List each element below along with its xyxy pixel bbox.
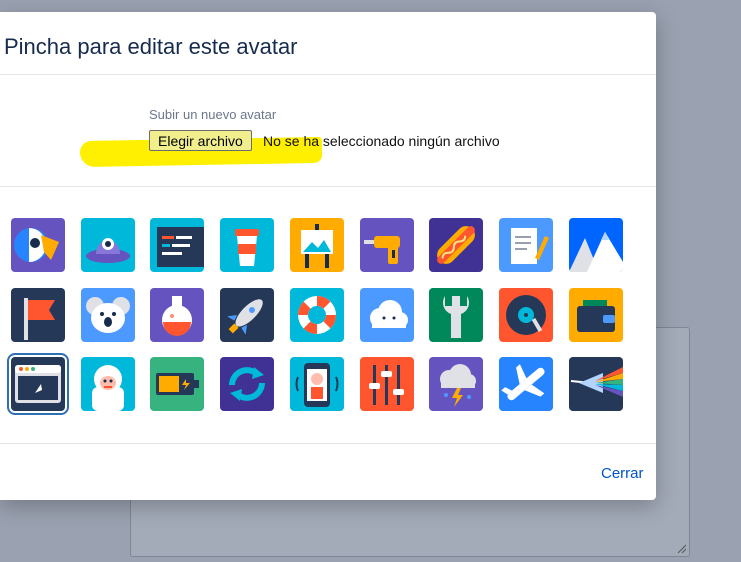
- avatar-19[interactable]: [81, 357, 135, 411]
- life-ring-avatar-icon: [290, 288, 344, 342]
- avatar-17[interactable]: [569, 288, 623, 342]
- file-status-text: No se ha seleccionado ningún archivo: [263, 133, 500, 149]
- rocket-avatar-icon: [220, 288, 274, 342]
- mountains-avatar-icon: [569, 218, 623, 272]
- red-flag-avatar-icon: [11, 288, 65, 342]
- avatar-5[interactable]: [360, 218, 414, 272]
- avatar-11[interactable]: [150, 288, 204, 342]
- avatar-12[interactable]: [220, 288, 274, 342]
- avatar-7[interactable]: [499, 218, 553, 272]
- coffee-cup-avatar-icon: [220, 218, 274, 272]
- ufo-avatar-icon: [81, 218, 135, 272]
- avatar-15[interactable]: [429, 288, 483, 342]
- dialog-title: Pincha para editar este avatar: [4, 34, 298, 59]
- avatar-21[interactable]: [220, 357, 274, 411]
- hot-dog-avatar-icon: [429, 218, 483, 272]
- avatar-26[interactable]: [569, 357, 623, 411]
- easel-avatar-icon: [290, 218, 344, 272]
- yeti-avatar-icon: [81, 357, 135, 411]
- battery-avatar-icon: [150, 357, 204, 411]
- airplane-avatar-icon: [499, 357, 553, 411]
- upload-label: Subir un nuevo avatar: [149, 107, 277, 122]
- notepad-pencil-avatar-icon: [499, 218, 553, 272]
- choose-file-button[interactable]: Elegir archivo: [149, 130, 252, 151]
- avatar-picker-dialog: Pincha para editar este avatar Subir un …: [0, 12, 656, 500]
- avatar-8[interactable]: [569, 218, 623, 272]
- avatar-23[interactable]: [360, 357, 414, 411]
- avatar-3[interactable]: [220, 218, 274, 272]
- equalizer-sliders-avatar-icon: [360, 357, 414, 411]
- avatar-2[interactable]: [150, 218, 204, 272]
- avatar-13[interactable]: [290, 288, 344, 342]
- wrench-avatar-icon: [429, 288, 483, 342]
- browser-cursor-avatar-icon: [11, 357, 65, 411]
- avatar-1[interactable]: [81, 218, 135, 272]
- resize-handle-icon: [677, 544, 686, 553]
- avatar-16[interactable]: [499, 288, 553, 342]
- cloud-avatar-icon: [360, 288, 414, 342]
- wallet-avatar-icon: [569, 288, 623, 342]
- avatar-14[interactable]: [360, 288, 414, 342]
- avatar-20[interactable]: [150, 357, 204, 411]
- avatar-10[interactable]: [81, 288, 135, 342]
- avatar-0[interactable]: [11, 218, 65, 272]
- avatar-25[interactable]: [499, 357, 553, 411]
- header-divider: [0, 74, 656, 75]
- avatar-9[interactable]: [11, 288, 65, 342]
- avatar-4[interactable]: [290, 218, 344, 272]
- drill-avatar-icon: [360, 218, 414, 272]
- refresh-arrows-avatar-icon: [220, 357, 274, 411]
- code-window-avatar-icon: [150, 218, 204, 272]
- vinyl-record-avatar-icon: [499, 288, 553, 342]
- avatar-22[interactable]: [290, 357, 344, 411]
- avatar-18[interactable]: [7, 353, 69, 415]
- footer-divider: [0, 443, 656, 444]
- prism-avatar-icon: [569, 357, 623, 411]
- storm-cloud-avatar-icon: [429, 357, 483, 411]
- phone-selfie-avatar-icon: [290, 357, 344, 411]
- parrot-avatar-icon: [11, 218, 65, 272]
- koala-avatar-icon: [81, 288, 135, 342]
- avatar-24[interactable]: [429, 357, 483, 411]
- avatar-6[interactable]: [429, 218, 483, 272]
- upload-divider: [0, 186, 656, 187]
- close-button[interactable]: Cerrar: [601, 465, 644, 482]
- potion-flask-avatar-icon: [150, 288, 204, 342]
